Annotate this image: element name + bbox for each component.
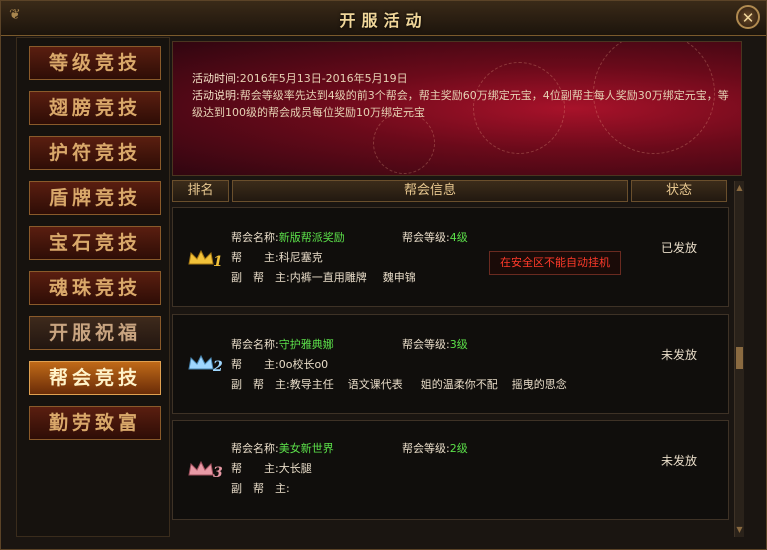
reward-status: 已发放 <box>661 241 698 255</box>
guild-level-label: 帮会等级: <box>402 231 450 244</box>
vice-leader-name: 内裤一直用雕牌 <box>289 271 367 284</box>
reward-status: 未发放 <box>661 348 698 362</box>
guild-name: 美女新世界 <box>278 442 334 455</box>
guild-leader: 0o校长o0 <box>278 358 329 371</box>
scroll-down-arrow-icon[interactable]: ▼ <box>735 525 744 535</box>
silver-crown-icon: 2 <box>188 354 223 373</box>
sidebar-item-shield-competition[interactable]: 盾牌竞技 <box>29 181 161 215</box>
gold-crown-icon: 1 <box>188 249 223 268</box>
safe-zone-warning: 在安全区不能自动挂机 <box>489 251 621 275</box>
guild-name-label: 帮会名称: <box>231 231 279 244</box>
guild-name-label: 帮会名称: <box>231 338 279 351</box>
bronze-crown-icon: 3 <box>188 460 223 479</box>
scroll-thumb[interactable] <box>736 347 743 369</box>
rank-number: 1 <box>213 254 223 268</box>
rank-number: 2 <box>212 359 223 373</box>
sidebar: 等级竞技 翅膀竞技 护符竞技 盾牌竞技 宝石竞技 魂珠竞技 开服祝福 帮会竞技 … <box>16 37 170 537</box>
vice-leader-name: 魏申锦 <box>382 271 416 284</box>
guild-level: 2级 <box>449 442 468 455</box>
guild-name: 新版帮派奖励 <box>278 231 345 244</box>
sidebar-item-soulbead-competition[interactable]: 魂珠竞技 <box>29 271 161 305</box>
sidebar-item-wings-competition[interactable]: 翅膀竞技 <box>29 91 161 125</box>
vice-leader-label: 副 帮 主: <box>231 482 290 495</box>
table-row: 1 帮会名称:新版帮派奖励 帮会等级:4级 帮 主:科尼塞克 副 帮 主:内裤一… <box>172 207 729 307</box>
sidebar-item-level-competition[interactable]: 等级竞技 <box>29 46 161 80</box>
rank-number: 3 <box>213 465 223 479</box>
guild-leader-label: 帮 主: <box>231 462 279 475</box>
vice-leader-label: 副 帮 主: <box>231 271 290 284</box>
guild-level-label: 帮会等级: <box>402 442 450 455</box>
sidebar-item-gem-competition[interactable]: 宝石竞技 <box>29 226 161 260</box>
guild-leader: 大长腿 <box>278 462 312 475</box>
guild-level: 4级 <box>449 231 468 244</box>
event-description: 活动时间:2016年5月13日-2016年5月19日 活动说明:帮会等级率先达到… <box>192 70 737 121</box>
guild-level-label: 帮会等级: <box>402 338 450 351</box>
guild-name-label: 帮会名称: <box>231 442 279 455</box>
event-time-value: 2016年5月13日-2016年5月19日 <box>239 72 408 85</box>
event-time-label: 活动时间: <box>192 72 240 85</box>
sidebar-item-server-blessing[interactable]: 开服祝福 <box>29 316 161 350</box>
guild-leader-label: 帮 主: <box>231 358 279 371</box>
event-desc-label: 活动说明: <box>192 89 240 102</box>
firework-decoration <box>373 112 435 174</box>
vice-leader-name: 摇曳的思念 <box>511 378 567 391</box>
sidebar-item-guild-competition[interactable]: 帮会竞技 <box>29 361 161 395</box>
title-bar: ❦ 开服活动 ✕ <box>1 1 766 36</box>
sidebar-item-diligent-wealth[interactable]: 勤劳致富 <box>29 406 161 440</box>
vice-leader-name: 语文课代表 <box>347 378 403 391</box>
reward-status: 未发放 <box>661 454 698 468</box>
guild-leader-label: 帮 主: <box>231 251 279 264</box>
close-button[interactable]: ✕ <box>736 5 760 29</box>
scrollbar[interactable]: ▲ ▼ <box>734 181 744 537</box>
event-desc-value: 帮会等级率先达到4级的前3个帮会，帮主奖励60万绑定元宝，4位副帮主每人奖励30… <box>192 89 729 119</box>
column-header-status: 状态 <box>631 180 727 202</box>
window-title: 开服活动 <box>339 11 428 30</box>
vice-leader-name: 教导主任 <box>289 378 334 391</box>
guild-name: 守护雅典娜 <box>278 338 334 351</box>
guild-level: 3级 <box>449 338 468 351</box>
column-header-rank: 排名 <box>172 180 229 202</box>
table-row: 3 帮会名称:美女新世界 帮会等级:2级 帮 主:大长腿 副 帮 主: 未发放 <box>172 420 729 520</box>
event-window: ❦ 开服活动 ✕ 等级竞技 翅膀竞技 护符竞技 盾牌竞技 宝石竞技 魂珠竞技 开… <box>0 0 767 550</box>
guild-leader: 科尼塞克 <box>278 251 323 264</box>
vice-leader-name: 姐的温柔你不配 <box>420 378 498 391</box>
sidebar-item-amulet-competition[interactable]: 护符竞技 <box>29 136 161 170</box>
event-banner: 活动时间:2016年5月13日-2016年5月19日 活动说明:帮会等级率先达到… <box>172 41 742 176</box>
table-row: 2 帮会名称:守护雅典娜 帮会等级:3级 帮 主:0o校长o0 副 帮 主:教导… <box>172 314 729 414</box>
vice-leader-label: 副 帮 主: <box>231 378 290 391</box>
scroll-up-arrow-icon[interactable]: ▲ <box>735 183 744 193</box>
column-header-guild-info: 帮会信息 <box>232 180 628 202</box>
